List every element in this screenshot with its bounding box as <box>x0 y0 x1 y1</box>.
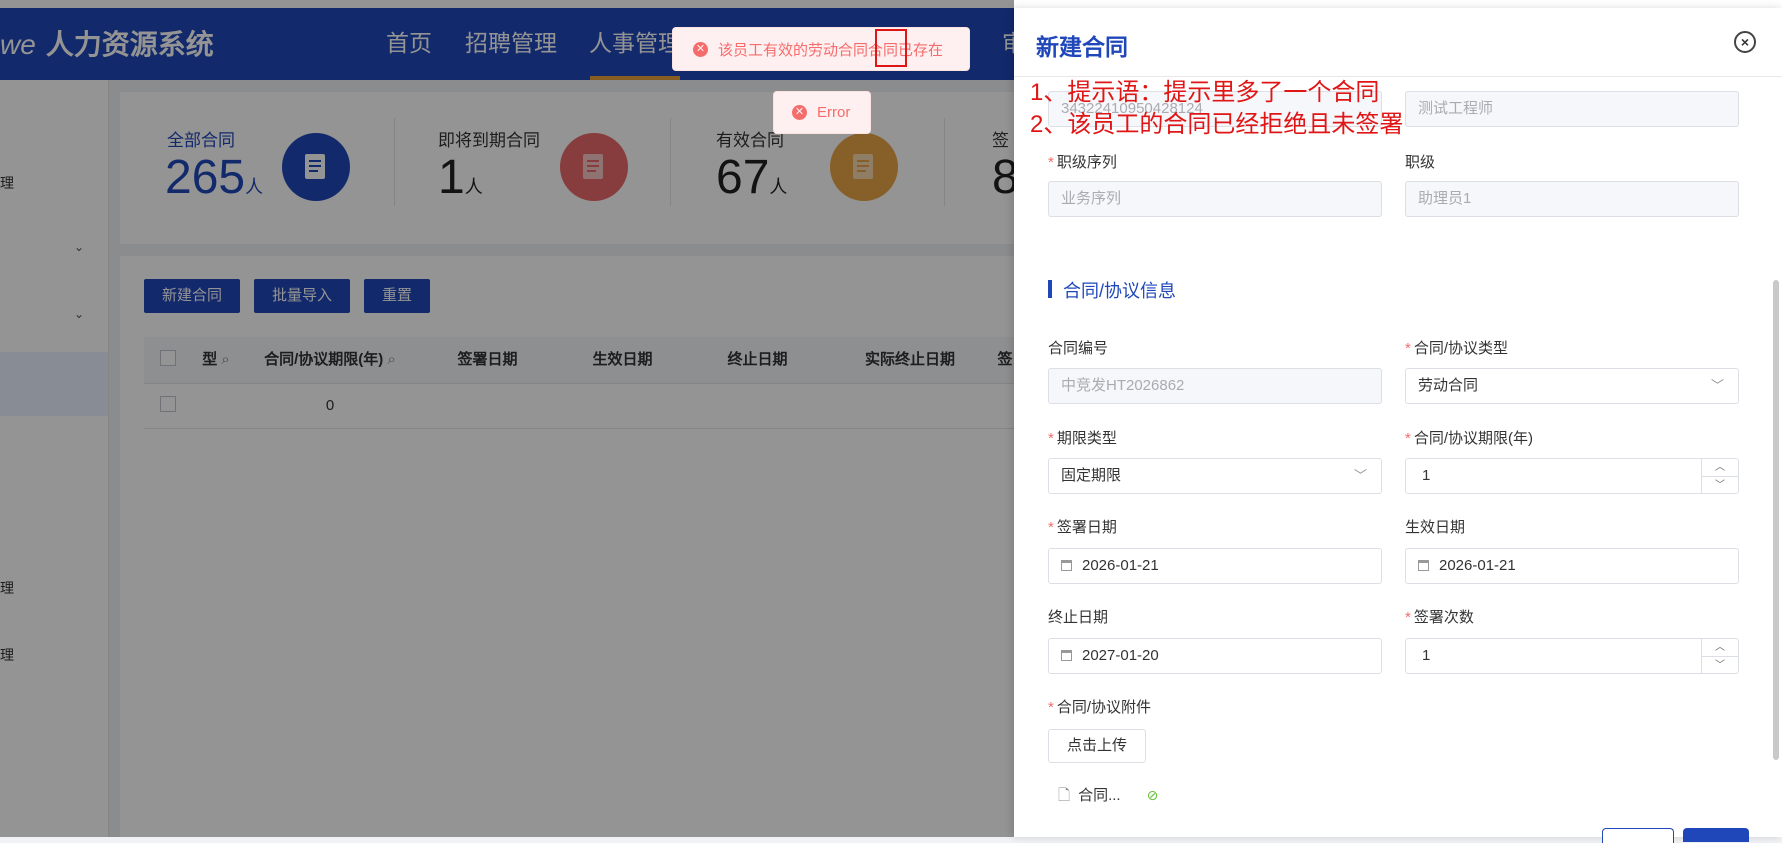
error-toast-short: ✕ Error <box>773 91 871 134</box>
annotation-line-1: 1、提示语：提示里多了一个合同 <box>1030 79 1380 106</box>
calendar-icon <box>1061 650 1072 661</box>
chevron-down-icon: ﹀ <box>1710 378 1724 393</box>
error-toast-short-message: Error <box>817 104 851 121</box>
term-type-label: * 期限类型 <box>1048 430 1117 447</box>
confirm-button[interactable] <box>1683 828 1749 842</box>
sign-count-input[interactable]: 1 ︿ ﹀ <box>1405 638 1739 674</box>
success-check-icon: ⊘ <box>1146 787 1159 803</box>
annotation-highlight-box <box>875 29 907 67</box>
annotation-line-2: 2、该员工的合同已经拒绝且未签署 <box>1030 111 1404 138</box>
cancel-button[interactable] <box>1602 828 1674 843</box>
error-toast: ✕ 该员工有效的劳动合同合同已存在 <box>672 27 970 71</box>
term-years-stepper[interactable]: ︿ ﹀ <box>1701 459 1738 493</box>
effective-date-picker[interactable]: 2026-01-21 <box>1405 548 1739 584</box>
sign-date-label: * 签署日期 <box>1048 519 1117 536</box>
grade-sequence-field: 业务序列 <box>1048 181 1382 217</box>
contract-no-label: 合同编号 <box>1048 340 1109 357</box>
section-title: 合同/协议信息 <box>1063 281 1177 301</box>
file-icon: 🗋 <box>1058 787 1071 804</box>
upload-button[interactable]: 点击上传 <box>1048 729 1146 763</box>
drawer-header <box>1014 8 1782 77</box>
grade-label: 职级 <box>1405 154 1436 171</box>
end-date-picker[interactable]: 2027-01-20 <box>1048 638 1382 674</box>
end-date-label: 终止日期 <box>1048 609 1109 626</box>
contract-no-field: 中竞发HT2026862 <box>1048 368 1382 404</box>
decrement-icon[interactable]: ﹀ <box>1702 657 1738 673</box>
drawer-title: 新建合同 <box>1036 34 1128 60</box>
increment-icon[interactable]: ︿ <box>1702 639 1738 657</box>
grade-field: 助理员1 <box>1405 181 1739 217</box>
section-title-bar <box>1048 280 1052 298</box>
sign-date-picker[interactable]: 2026-01-21 <box>1048 548 1382 584</box>
calendar-icon <box>1061 560 1072 571</box>
error-toast-message: 该员工有效的劳动合同合同已存在 <box>718 41 944 59</box>
term-type-select[interactable]: 固定期限 ﹀ <box>1048 458 1382 494</box>
effective-date-label: 生效日期 <box>1405 519 1466 536</box>
sign-count-stepper[interactable]: ︿ ﹀ <box>1701 639 1738 673</box>
position-field: 测试工程师 <box>1405 91 1739 127</box>
sign-count-label: * 签署次数 <box>1405 609 1474 626</box>
chevron-down-icon: ﹀ <box>1353 468 1367 483</box>
term-years-label: * 合同/协议期限(年) <box>1405 430 1534 447</box>
calendar-icon <box>1418 560 1429 571</box>
attachment-file-item[interactable]: 🗋 合同... ⊘ <box>1058 784 1158 810</box>
increment-icon[interactable]: ︿ <box>1702 459 1738 477</box>
drawer-scrollbar[interactable] <box>1773 280 1779 760</box>
grade-sequence-label: * 职级序列 <box>1048 154 1117 171</box>
error-icon: ✕ <box>792 105 807 120</box>
error-icon: ✕ <box>693 41 708 57</box>
contract-type-select[interactable]: 劳动合同 ﹀ <box>1405 368 1739 404</box>
term-years-input[interactable]: 1 ︿ ﹀ <box>1405 458 1739 494</box>
close-icon[interactable]: × <box>1734 31 1756 53</box>
contract-type-label: * 合同/协议类型 <box>1405 340 1509 357</box>
attachment-label: * 合同/协议附件 <box>1048 699 1152 716</box>
decrement-icon[interactable]: ﹀ <box>1702 477 1738 493</box>
